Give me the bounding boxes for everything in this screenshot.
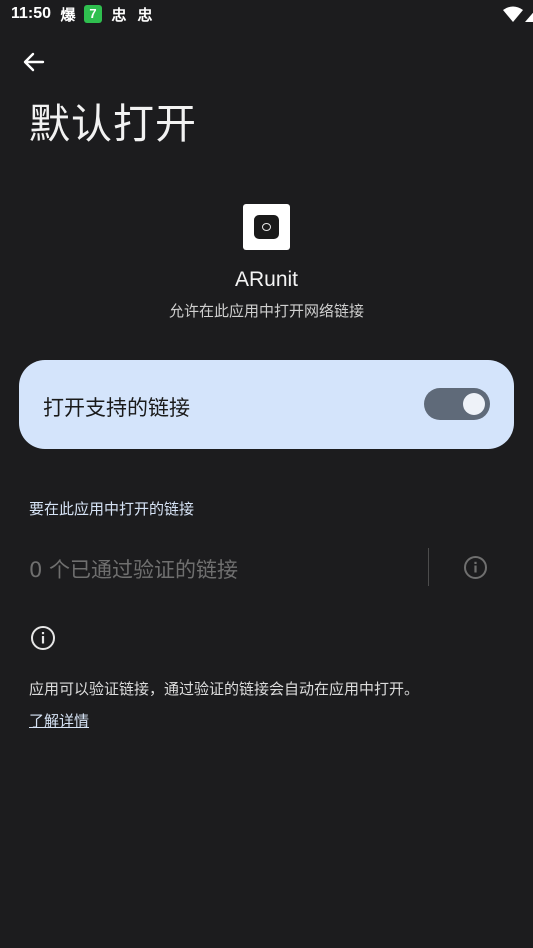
- verified-links-count: 0 个已通过验证的链接: [29, 558, 239, 582]
- footer-info-icon: [30, 625, 56, 651]
- app-icon: [243, 204, 290, 250]
- notification-icon-zhong-2: 忠: [137, 6, 153, 24]
- open-supported-links-switch[interactable]: [424, 388, 490, 420]
- toggle-label: 打开支持的链接: [43, 396, 190, 420]
- verified-links-info-button[interactable]: [463, 555, 488, 580]
- wifi-icon: [503, 6, 523, 22]
- notification-icon-seven: 7: [84, 5, 102, 23]
- app-name: ARunit: [234, 268, 299, 291]
- status-time: 11:50: [11, 5, 52, 22]
- open-supported-links-toggle-card[interactable]: 打开支持的链接: [19, 360, 514, 449]
- app-subtitle: 允许在此应用中打开网络链接: [168, 302, 364, 320]
- signal-icon: [525, 12, 533, 22]
- info-icon: [31, 626, 55, 650]
- vertical-divider: [428, 548, 429, 586]
- links-section-header: 要在此应用中打开的链接: [29, 500, 195, 518]
- notification-icon-bao: 爆: [60, 6, 76, 24]
- back-button[interactable]: [18, 46, 50, 78]
- status-bar: 11:50 爆 7 忠 忠: [0, 0, 533, 30]
- info-icon: [464, 556, 487, 579]
- page-title: 默认打开: [29, 100, 197, 148]
- arrow-left-icon: [23, 52, 45, 72]
- app-icon-inner: [254, 215, 279, 239]
- notification-icon-zhong: 忠: [111, 6, 127, 24]
- switch-thumb: [463, 393, 485, 415]
- footer-description: 应用可以验证链接，通过验证的链接会自动在应用中打开。: [29, 680, 420, 698]
- screen: 11:50 爆 7 忠 忠 默认打开 ARunit 允许在此应用中打开网络链接 …: [0, 0, 533, 948]
- app-icon-dot: [262, 223, 271, 231]
- learn-more-link[interactable]: 了解详情: [29, 710, 89, 731]
